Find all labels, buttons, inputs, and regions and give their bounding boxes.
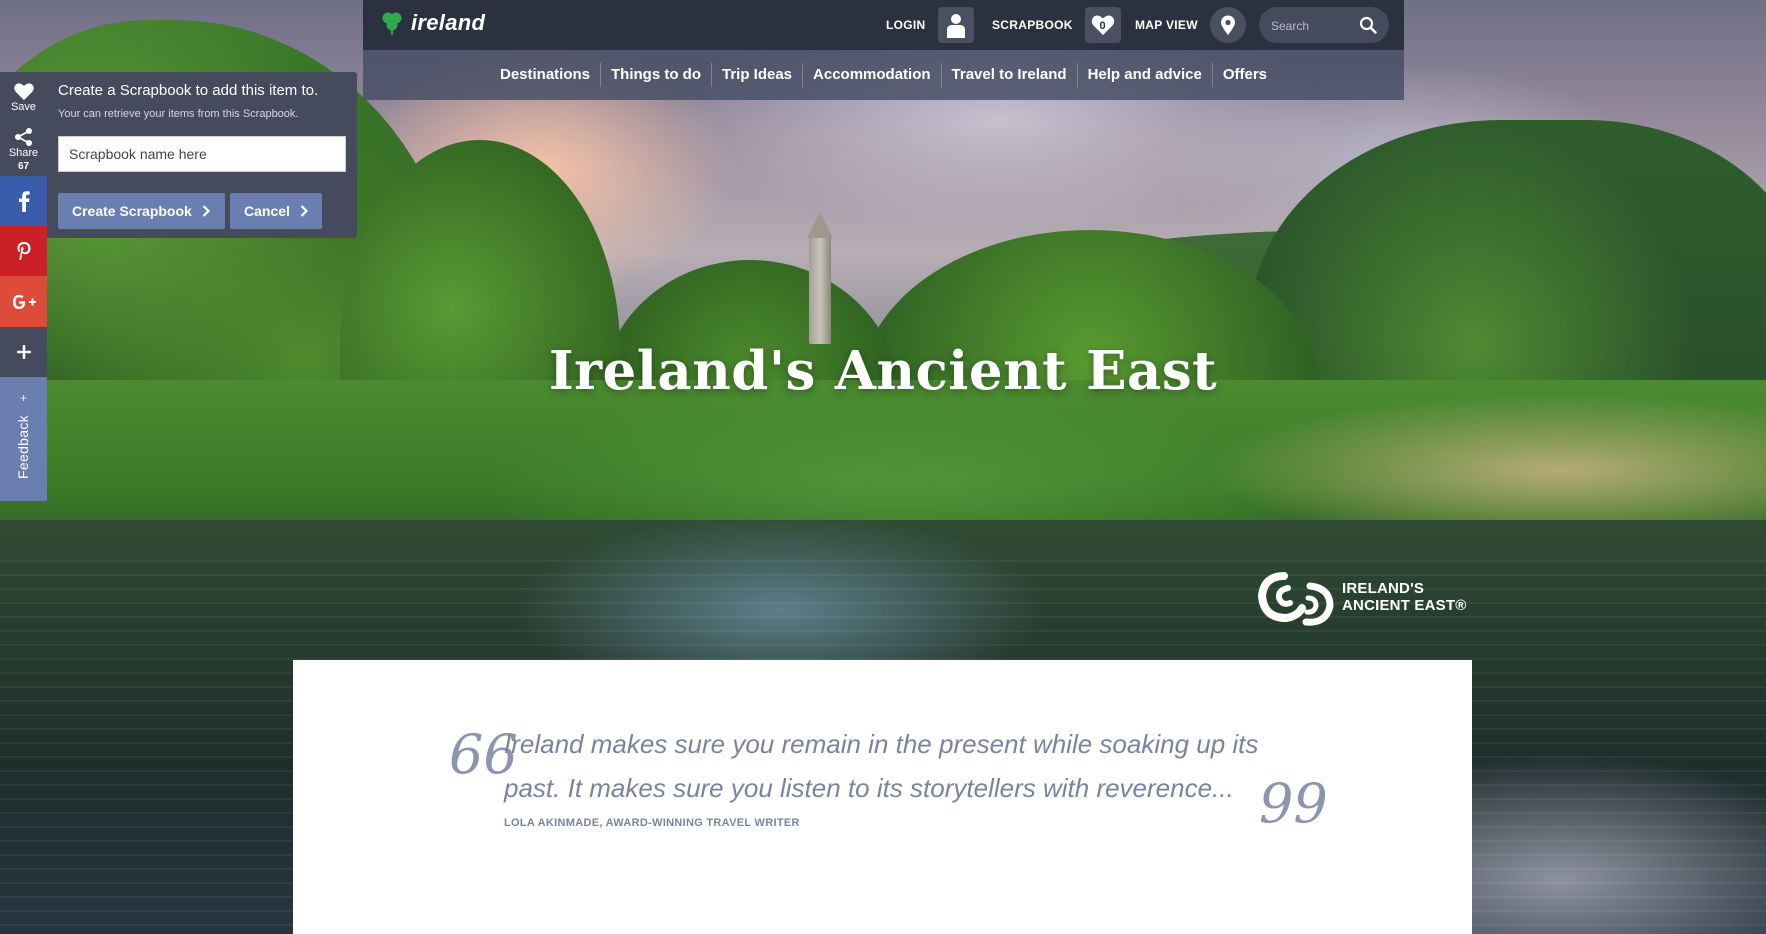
share-label: Share: [8, 146, 39, 159]
nav-destinations[interactable]: Destinations: [490, 63, 602, 87]
feedback-label: Feedback: [15, 415, 31, 479]
popup-title: Create a Scrapbook to add this item to.: [58, 82, 319, 99]
nav-trip-ideas[interactable]: Trip Ideas: [712, 63, 804, 87]
login-label: LOGIN: [886, 18, 926, 32]
top-bar: ireland LOGIN SCRAPBOOK 0 MAP VIEW: [363, 0, 1404, 50]
nav-help-and-advice[interactable]: Help and advice: [1078, 63, 1213, 87]
close-quote-mark: 66: [1259, 770, 1328, 833]
heart-icon: [13, 82, 34, 100]
search-icon[interactable]: [1359, 16, 1377, 34]
share-button[interactable]: Share 67: [0, 122, 47, 176]
social-rail: Save Share 67 + Feedback: [0, 72, 47, 501]
heart-icon: 0: [1084, 7, 1121, 43]
create-scrapbook-label: Create Scrapbook: [72, 203, 192, 219]
scrapbook-name-input[interactable]: [58, 136, 346, 172]
nav-accommodation[interactable]: Accommodation: [803, 63, 942, 87]
main-navigation: Destinations Things to do Trip Ideas Acc…: [363, 50, 1404, 100]
ancient-east-brand: IRELAND'S ANCIENT EAST®: [1252, 566, 1467, 628]
round-tower: [807, 212, 833, 344]
map-view-label: MAP VIEW: [1135, 18, 1198, 32]
facebook-share-button[interactable]: [0, 176, 47, 226]
map-pin-icon: [1209, 7, 1246, 43]
facebook-icon: [18, 191, 30, 212]
create-scrapbook-popup: Create a Scrapbook to add this item to. …: [47, 72, 357, 238]
brand-text: IRELAND'S ANCIENT EAST®: [1342, 580, 1467, 614]
google-plus-share-button[interactable]: [0, 276, 47, 327]
share-icon: [14, 127, 32, 146]
scrapbook-label: SCRAPBOOK: [992, 18, 1073, 32]
shamrock-icon: [382, 12, 402, 35]
nav-offers[interactable]: Offers: [1213, 63, 1277, 87]
google-plus-icon: [12, 294, 36, 309]
scrapbook-button[interactable]: SCRAPBOOK 0: [992, 0, 1121, 50]
nav-things-to-do[interactable]: Things to do: [601, 63, 712, 87]
pinterest-icon: [17, 242, 30, 260]
quote-text: Ireland makes sure you remain in the pre…: [504, 729, 1259, 803]
scrapbook-count: 0: [1099, 20, 1106, 32]
chevron-right-icon: [300, 205, 308, 217]
pinterest-share-button[interactable]: [0, 226, 47, 276]
ancient-east-logo-icon: [1257, 572, 1334, 626]
site-logo[interactable]: ireland: [379, 10, 485, 36]
logo-text: ireland: [411, 10, 486, 35]
search-input[interactable]: [1269, 7, 1357, 45]
quote-panel: 66 Ireland makes sure you remain in the …: [293, 660, 1472, 934]
popup-subtitle: Your can retrieve your items from this S…: [58, 108, 299, 120]
brand-line-2: ANCIENT EAST®: [1342, 597, 1467, 614]
chevron-right-icon: [202, 205, 210, 217]
map-view-button[interactable]: MAP VIEW: [1135, 0, 1246, 50]
save-label: Save: [10, 100, 37, 113]
cancel-label: Cancel: [244, 203, 290, 219]
share-count: 67: [17, 160, 30, 172]
page-title: Ireland's Ancient East: [548, 340, 1218, 402]
nav-travel-to-ireland[interactable]: Travel to Ireland: [942, 63, 1078, 87]
search-box[interactable]: [1259, 7, 1389, 45]
cancel-button[interactable]: Cancel: [230, 193, 322, 229]
brand-line-1: IRELAND'S: [1342, 580, 1425, 597]
user-icon: [937, 7, 974, 43]
create-scrapbook-button[interactable]: Create Scrapbook: [58, 193, 225, 229]
save-button[interactable]: Save: [0, 72, 47, 122]
quote-author: LOLA AKINMADE, AWARD-WINNING TRAVEL WRIT…: [504, 817, 800, 829]
login-button[interactable]: LOGIN: [886, 0, 974, 50]
